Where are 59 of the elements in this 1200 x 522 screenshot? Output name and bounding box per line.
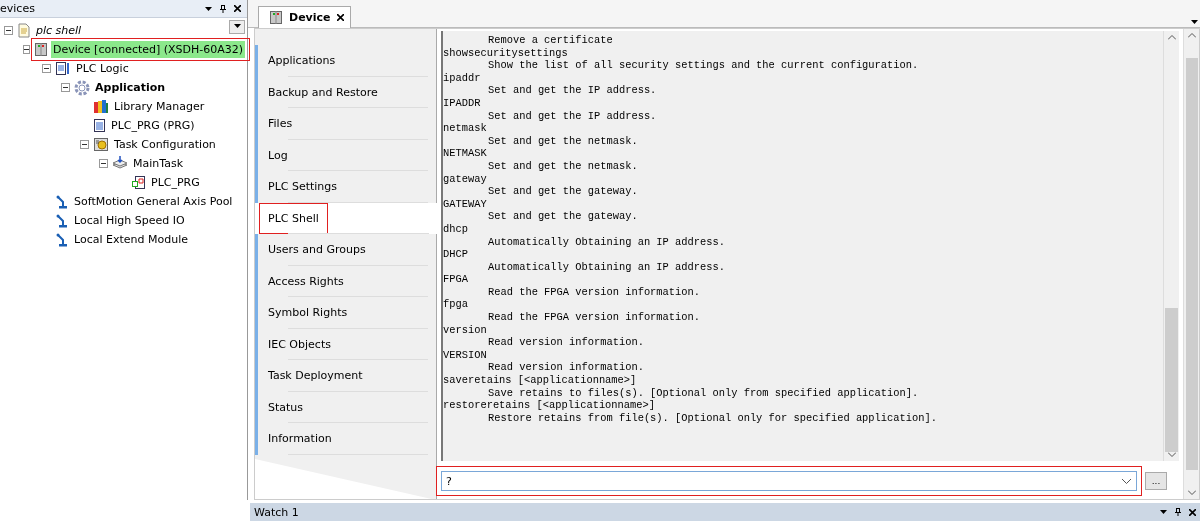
dropdown-icon[interactable] [1160,510,1167,514]
nav-item[interactable]: Access Rights [255,265,436,297]
tree-item[interactable]: PLC_PRG [149,174,202,191]
collapse-icon[interactable] [99,159,108,168]
panel-title: Watch 1 [254,505,300,519]
tree-item[interactable]: SoftMotion General Axis Pool [72,193,235,210]
pin-icon[interactable] [1175,508,1181,516]
tree-item[interactable]: Device [connected] (XSDH-60A32) [51,41,246,58]
task-panel-icon [93,137,109,152]
dropdown-icon[interactable] [205,6,212,11]
nav-item[interactable]: Information [255,423,436,455]
tree-item[interactable]: Local High Speed IO [72,212,187,229]
close-icon[interactable] [1189,508,1196,516]
tree-item[interactable]: plc shell [34,22,84,39]
dropdown-icon[interactable] [1122,479,1131,484]
tree-item[interactable]: Library Manager [112,98,207,115]
device-icon [269,10,283,25]
layers-icon [112,156,128,171]
pin-icon[interactable] [220,4,226,13]
panel-title: evices [0,2,36,15]
collapse-icon[interactable] [42,64,51,73]
editor-tab[interactable]: Device [258,6,351,28]
dropdown-icon[interactable] [233,24,241,28]
tree-item[interactable]: Local Extend Module [72,231,190,248]
collapse-icon[interactable] [80,140,89,149]
device-icon [34,42,48,57]
collapse-icon[interactable] [4,26,13,35]
nav-item[interactable]: Users and Groups [255,234,436,266]
tree-item[interactable]: MainTask [131,155,185,172]
tree-item[interactable]: PLC Logic [74,60,131,77]
nav-item[interactable]: Backup and Restore [255,76,436,108]
collapse-icon[interactable] [23,45,30,54]
document-icon [17,23,31,38]
close-icon[interactable] [234,5,241,12]
collapse-icon[interactable] [61,83,70,92]
robot-arm-icon [55,194,69,209]
tree-item[interactable]: Task Configuration [112,136,218,153]
browse-button[interactable]: ... [1145,472,1167,490]
document-icon [93,118,106,133]
nav-item[interactable]: Task Deployment [255,360,436,392]
close-icon[interactable] [336,14,344,21]
nav-item[interactable]: Symbol Rights [255,297,436,329]
document-icon [55,61,71,76]
tree-item[interactable]: PLC_PRG (PRG) [109,117,197,134]
nav-item[interactable]: Status [255,391,436,423]
nav-item[interactable]: Applications [255,45,436,77]
robot-arm-icon [55,213,69,228]
nav-item[interactable]: IEC Objects [255,328,436,360]
nav-item[interactable]: Log [255,139,436,171]
dropdown-icon[interactable] [1191,20,1198,24]
nav-item[interactable]: Files [255,108,436,140]
robot-arm-icon [55,232,69,247]
books-icon [93,99,109,114]
document-icon [131,175,146,190]
console-output: Remove a certificate showsecuritysettings Show the list of all security settings and the current configuration. ipaddr Set and get the IP address. IPADDR Set and get the IP address. netmask Set and get the netmask. NETMASK Set and get the netmask. gateway Set and get the gateway. GATEWAY Set and get the gateway. dhcp Automatically Obtaining an IP address. DHCP Automatically Obtaining an IP address. FPGA Read the FPGA version information. fpga Read the FPGA version information. version Read version information. VERSION Read version information. saveretains [<applicationname>] Save retains to files(s). [Optional only from specified application]. restoreretains [<applicationname>] Restore retains from file(s). [Optional only for specified application]. [443,31,1163,461]
tree-item[interactable]: Application [93,79,168,96]
nav-item[interactable]: PLC Shell [255,202,437,234]
command-field[interactable]: ? [441,471,1137,491]
gear-icon [74,79,90,96]
